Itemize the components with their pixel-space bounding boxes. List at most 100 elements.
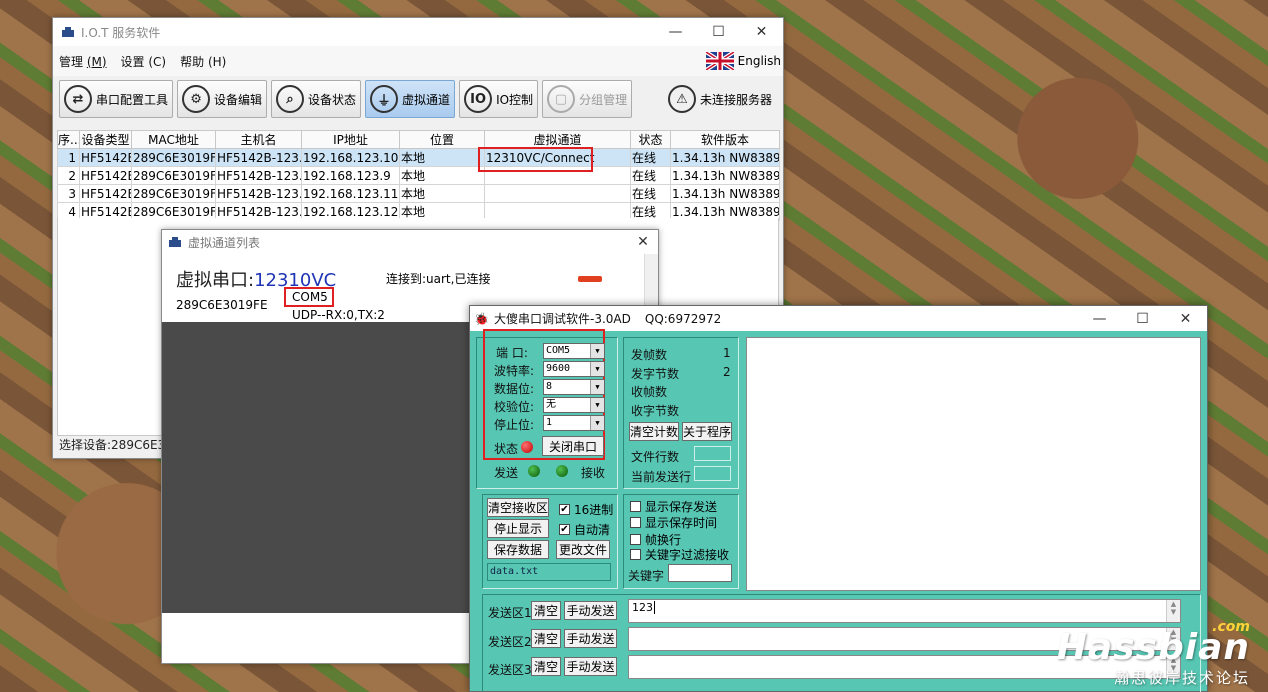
col-location[interactable]: 位置: [399, 130, 485, 149]
uk-flag-icon: [705, 52, 734, 70]
server-status-button[interactable]: ⚠ 未连接服务器: [663, 80, 777, 118]
sd-app-icon: 🐞: [474, 311, 489, 326]
col-version[interactable]: 软件版本: [670, 130, 780, 149]
keyword-input[interactable]: [668, 564, 732, 582]
table-row[interactable]: 3 HF5142B 289C6E3019FF HF5142B-123... 192.16…: [57, 184, 780, 203]
send-area-1-input[interactable]: 123 ▲ ▼: [628, 599, 1181, 623]
send-led: [528, 465, 540, 477]
clear-count-button[interactable]: 清空计数: [629, 422, 679, 441]
menu-bar: 管理 (M) 设置 (C) 帮助 (H) English: [53, 46, 783, 76]
sd-maximize-button[interactable]: ☐: [1121, 306, 1164, 331]
send-area-2-manual-send-button[interactable]: 手动发送: [564, 629, 617, 648]
check-icon: ✔: [559, 524, 570, 535]
app-logo-icon: [62, 27, 74, 37]
disconnected-icon: ⚠: [667, 85, 696, 113]
send-area-2-label: 发送区2: [488, 635, 532, 649]
stop-display-button[interactable]: 停止显示: [487, 519, 549, 538]
port-status-led: [521, 441, 533, 453]
save-data-button[interactable]: 保存数据: [487, 540, 549, 559]
chevron-down-icon: ▼: [590, 398, 604, 412]
state-label: 状态: [494, 442, 519, 456]
data-bits-select[interactable]: 8 ▼: [543, 379, 605, 395]
baud-select[interactable]: 9600 ▼: [543, 361, 605, 377]
sent-frames-value: 1: [723, 346, 731, 360]
recv-frames-label: 收帧数: [631, 385, 668, 399]
device-edit-button[interactable]: ⚙ 设备编辑: [177, 80, 268, 118]
vc-title: 虚拟通道列表: [188, 235, 261, 250]
parity-label: 校验位:: [494, 400, 535, 414]
col-status[interactable]: 状态: [630, 130, 671, 149]
change-file-button[interactable]: 更改文件: [556, 540, 610, 559]
table-header: 序... 设备类型 MAC地址 主机名 IP地址 位置 虚拟通道 状态 软件版本: [57, 130, 780, 149]
file-lines-field: [694, 446, 731, 461]
minimize-button[interactable]: —: [654, 18, 697, 46]
group-manage-button[interactable]: ▢ 分组管理: [542, 80, 633, 118]
close-port-button[interactable]: 关闭串口: [542, 436, 604, 456]
file-name-field[interactable]: data.txt: [487, 563, 611, 581]
serial-port-icon: ⇄: [64, 85, 92, 113]
sd-close-button[interactable]: ✕: [1164, 306, 1207, 331]
send-area-1-clear-button[interactable]: 清空: [531, 601, 561, 620]
current-send-field: [694, 466, 731, 481]
about-button[interactable]: 关于程序: [682, 422, 732, 441]
menu-manage[interactable]: 管理 (M): [59, 53, 107, 70]
show-save-time-checkbox[interactable]: 显示保存时间: [630, 514, 717, 531]
iot-titlebar: I.O.T 服务软件 — ☐ ✕: [53, 18, 783, 46]
current-send-label: 当前发送行: [631, 470, 692, 484]
chevron-down-icon: ▼: [590, 362, 604, 376]
send-area-2-clear-button[interactable]: 清空: [531, 629, 561, 648]
menu-help[interactable]: 帮助 (H): [180, 53, 226, 70]
send-area-3-manual-send-button[interactable]: 手动发送: [564, 657, 617, 676]
sd-minimize-button[interactable]: —: [1078, 306, 1121, 331]
hex-checkbox[interactable]: ✔ 16进制: [559, 501, 613, 518]
window-title: I.O.T 服务软件: [81, 25, 161, 40]
table-row[interactable]: 2HF5142B289C6E3019FCHF5142B-123...192.16…: [57, 166, 780, 185]
io-control-button[interactable]: IO IO控制: [459, 80, 539, 118]
recv-led: [556, 465, 568, 477]
table-row[interactable]: 1 HF5142B 289C6E3019FE HF5142B-123... 192.16…: [57, 148, 780, 167]
port-select[interactable]: COM5 ▼: [543, 343, 605, 359]
col-mac[interactable]: MAC地址: [131, 130, 216, 149]
file-lines-label: 文件行数: [631, 450, 680, 464]
port-label: 端 口:: [496, 346, 528, 360]
vc-connection-status: 连接到:uart,已连接: [386, 272, 491, 286]
device-status-button[interactable]: ⌕ 设备状态: [271, 80, 362, 118]
send-area-1-scrollbar[interactable]: ▲ ▼: [1166, 600, 1180, 622]
vc-disconnect-indicator[interactable]: [578, 276, 602, 282]
parity-select[interactable]: 无 ▼: [543, 397, 605, 413]
baud-label: 波特率:: [494, 364, 535, 378]
language-label: English: [737, 54, 781, 68]
auto-clear-checkbox[interactable]: ✔ 自动清: [559, 521, 610, 538]
col-index[interactable]: 序...: [57, 130, 80, 149]
keyword-filter-checkbox[interactable]: 关键字过滤接收: [630, 546, 729, 563]
show-save-send-checkbox[interactable]: 显示保存发送: [630, 498, 717, 515]
send-area-3-label: 发送区3: [488, 663, 532, 677]
send-area-1-manual-send-button[interactable]: 手动发送: [564, 601, 617, 620]
recv-bytes-label: 收字节数: [631, 404, 680, 418]
sd-title: 大傻串口调试软件-3.0AD: [494, 312, 631, 326]
col-device-type[interactable]: 设备类型: [79, 130, 132, 149]
clear-recv-button[interactable]: 清空接收区: [487, 498, 549, 517]
highlight-box-com: [284, 287, 334, 307]
device-table: 序... 设备类型 MAC地址 主机名 IP地址 位置 虚拟通道 状态 软件版本…: [57, 130, 780, 221]
serial-config-button[interactable]: ⇄ 串口配置工具: [59, 80, 174, 118]
vc-close-button[interactable]: ✕: [628, 230, 658, 254]
col-hostname[interactable]: 主机名: [215, 130, 302, 149]
language-switch[interactable]: English: [705, 52, 781, 70]
io-icon: IO: [464, 85, 493, 113]
stop-bits-select[interactable]: 1 ▼: [543, 415, 605, 431]
vc-titlebar: 虚拟通道列表 ✕: [162, 230, 658, 254]
receive-textarea[interactable]: [746, 337, 1201, 591]
virtual-channel-button[interactable]: ⏚ 虚拟通道: [365, 80, 456, 118]
toolbar: ⇄ 串口配置工具 ⚙ 设备编辑 ⌕ 设备状态 ⏚ 虚拟通道 IO IO控制 ▢ 分组管理 ⚠…: [53, 76, 783, 122]
close-button[interactable]: ✕: [740, 18, 783, 46]
menu-settings[interactable]: 设置 (C): [121, 53, 167, 70]
col-virtual-channel[interactable]: 虚拟通道: [484, 130, 631, 149]
chevron-down-icon: ▼: [590, 380, 604, 394]
keyword-label: 关键字: [628, 569, 665, 583]
sent-bytes-value: 2: [723, 365, 731, 379]
send-area-3-clear-button[interactable]: 清空: [531, 657, 561, 676]
maximize-button[interactable]: ☐: [697, 18, 740, 46]
plug-icon: ⏚: [370, 85, 399, 113]
col-ip[interactable]: IP地址: [301, 130, 400, 149]
